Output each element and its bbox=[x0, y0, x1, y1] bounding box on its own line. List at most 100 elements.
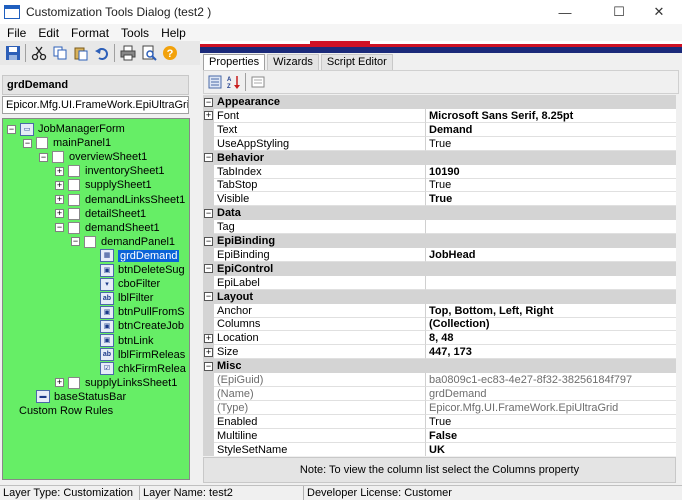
tree-node[interactable]: ab lblFilter bbox=[87, 291, 153, 305]
property-row[interactable]: TabStop True bbox=[203, 178, 676, 193]
tree-node[interactable]: ▣ btnCreateJob bbox=[87, 319, 184, 333]
expand-icon[interactable]: + bbox=[204, 347, 213, 357]
tree-node[interactable]: ▣ btnPullFromS bbox=[87, 305, 185, 319]
tab-wizards[interactable]: Wizards bbox=[267, 54, 319, 70]
property-category[interactable]: − Behavior bbox=[203, 150, 676, 165]
sort-alphabetical-icon[interactable]: AZ bbox=[226, 75, 241, 90]
expand-icon[interactable]: + bbox=[204, 111, 213, 121]
collapse-icon[interactable]: − bbox=[204, 264, 213, 274]
tree-node[interactable]: ▦ grdDemand bbox=[87, 249, 180, 263]
property-category[interactable]: − Data bbox=[203, 206, 676, 221]
expand-icon[interactable]: + bbox=[204, 333, 213, 343]
property-value[interactable]: 447, 173 bbox=[426, 345, 676, 360]
property-row[interactable]: Tag bbox=[203, 220, 676, 235]
property-category[interactable]: − Layout bbox=[203, 289, 676, 304]
collapse-icon[interactable]: − bbox=[204, 153, 213, 163]
property-pages-icon[interactable] bbox=[250, 75, 265, 90]
property-value[interactable]: False bbox=[426, 429, 676, 443]
property-value[interactable]: 10190 bbox=[426, 165, 676, 179]
tab-properties[interactable]: Properties bbox=[203, 54, 266, 70]
save-icon[interactable] bbox=[4, 45, 21, 62]
property-row[interactable]: + Location 8, 48 bbox=[203, 331, 676, 346]
collapse-icon[interactable]: − bbox=[23, 138, 32, 148]
property-row[interactable]: Visible True bbox=[203, 192, 676, 207]
tree-node[interactable]: Custom Row Rules bbox=[19, 404, 113, 418]
tree-node[interactable]: + demandLinksSheet1 bbox=[55, 193, 185, 207]
tree-node[interactable]: + inventorySheet1 bbox=[55, 164, 165, 178]
property-value[interactable]: UK bbox=[426, 443, 676, 456]
expand-icon[interactable]: + bbox=[55, 378, 64, 388]
property-value[interactable]: Epicor.Mfg.UI.FrameWork.EpiUltraGrid bbox=[426, 401, 676, 415]
tree-node[interactable]: − demandSheet1 bbox=[55, 221, 160, 235]
property-value[interactable]: (Collection) bbox=[426, 317, 676, 332]
collapse-icon[interactable]: − bbox=[204, 208, 213, 218]
tree-node[interactable]: ▾ cboFilter bbox=[87, 277, 160, 291]
property-category[interactable]: − Misc bbox=[203, 359, 676, 374]
property-value[interactable]: True bbox=[426, 178, 676, 193]
property-value[interactable]: True bbox=[426, 415, 676, 429]
property-value[interactable]: True bbox=[426, 137, 676, 151]
tree-node[interactable]: + supplyLinksSheet1 bbox=[55, 376, 177, 390]
property-value[interactable]: grdDemand bbox=[426, 387, 676, 401]
property-category[interactable]: − EpiControl bbox=[203, 261, 676, 276]
tree-node[interactable]: − mainPanel1 bbox=[23, 136, 111, 150]
property-value[interactable]: ba0809c1-ec83-4e27-8f32-38256184f797 bbox=[426, 373, 676, 387]
tree-node[interactable]: ▣ btnLink bbox=[87, 334, 153, 348]
tree-node[interactable]: − overviewSheet1 bbox=[39, 150, 147, 164]
property-row[interactable]: (Type) Epicor.Mfg.UI.FrameWork.EpiUltraGr… bbox=[203, 400, 676, 415]
property-row[interactable]: EpiLabel bbox=[203, 275, 676, 290]
menu-file[interactable]: File bbox=[7, 26, 26, 40]
tree-node[interactable]: + supplySheet1 bbox=[55, 178, 152, 192]
property-value[interactable]: True bbox=[426, 192, 676, 207]
close-button[interactable]: ✕ bbox=[636, 0, 682, 24]
property-row[interactable]: Anchor Top, Bottom, Left, Right bbox=[203, 303, 676, 318]
minimize-button[interactable]: — bbox=[542, 0, 588, 24]
copy-icon[interactable] bbox=[51, 45, 68, 62]
property-value[interactable]: 8, 48 bbox=[426, 331, 676, 346]
property-value[interactable] bbox=[426, 276, 676, 290]
tree-node[interactable]: ▬ baseStatusBar bbox=[23, 390, 126, 404]
menu-tools[interactable]: Tools bbox=[121, 26, 149, 40]
expand-icon[interactable]: + bbox=[55, 180, 64, 190]
expand-icon[interactable]: + bbox=[55, 195, 64, 204]
help-icon[interactable]: ? bbox=[161, 45, 178, 62]
property-row[interactable]: Columns (Collection) bbox=[203, 317, 676, 332]
tree-node[interactable]: ☑ chkFirmRelea bbox=[87, 362, 186, 376]
tree-node[interactable]: − demandPanel1 bbox=[71, 235, 175, 249]
property-row[interactable]: Enabled True bbox=[203, 414, 676, 429]
control-tree[interactable]: − ▭ JobManagerForm − mainPanel1− overviewShee… bbox=[2, 118, 190, 480]
property-row[interactable]: TabIndex 10190 bbox=[203, 164, 676, 179]
collapse-icon[interactable]: − bbox=[204, 361, 213, 371]
menu-format[interactable]: Format bbox=[71, 26, 109, 40]
property-category[interactable]: − EpiBinding bbox=[203, 234, 676, 248]
collapse-icon[interactable]: − bbox=[71, 237, 80, 247]
tree-node[interactable]: ab lblFirmReleas bbox=[87, 348, 185, 362]
paste-icon[interactable] bbox=[72, 45, 89, 62]
collapse-icon[interactable]: − bbox=[204, 236, 213, 246]
property-value[interactable]: Top, Bottom, Left, Right bbox=[426, 304, 676, 318]
tab-script-editor[interactable]: Script Editor bbox=[320, 54, 393, 70]
categorized-icon[interactable] bbox=[207, 75, 222, 90]
undo-icon[interactable] bbox=[93, 45, 110, 62]
print-icon[interactable] bbox=[119, 45, 136, 62]
collapse-icon[interactable]: − bbox=[204, 292, 213, 302]
property-value[interactable]: Demand bbox=[426, 123, 676, 137]
tree-node[interactable]: − ▭ JobManagerForm bbox=[7, 122, 125, 136]
menu-edit[interactable]: Edit bbox=[38, 26, 59, 40]
property-category[interactable]: − Appearance bbox=[203, 95, 676, 109]
property-grid[interactable]: − Appearance + Font Microsoft Sans Serif, 8.… bbox=[203, 95, 676, 456]
collapse-icon[interactable]: − bbox=[55, 223, 64, 233]
property-row[interactable]: (EpiGuid) ba0809c1-ec83-4e27-8f32-3825618… bbox=[203, 373, 676, 387]
print-preview-icon[interactable] bbox=[140, 45, 157, 62]
tree-node[interactable]: ▣ btnDeleteSug bbox=[87, 263, 185, 277]
property-row[interactable]: Multiline False bbox=[203, 428, 676, 443]
property-row[interactable]: (Name) grdDemand bbox=[203, 386, 676, 401]
tree-node[interactable]: + detailSheet1 bbox=[55, 207, 146, 221]
cut-icon[interactable] bbox=[30, 45, 47, 62]
expand-icon[interactable]: + bbox=[55, 166, 64, 176]
menu-help[interactable]: Help bbox=[161, 26, 186, 40]
collapse-icon[interactable]: − bbox=[7, 124, 16, 134]
property-row[interactable]: + Font Microsoft Sans Serif, 8.25pt bbox=[203, 108, 676, 123]
property-value[interactable] bbox=[426, 220, 676, 235]
property-row[interactable]: StyleSetName UK bbox=[203, 442, 676, 456]
